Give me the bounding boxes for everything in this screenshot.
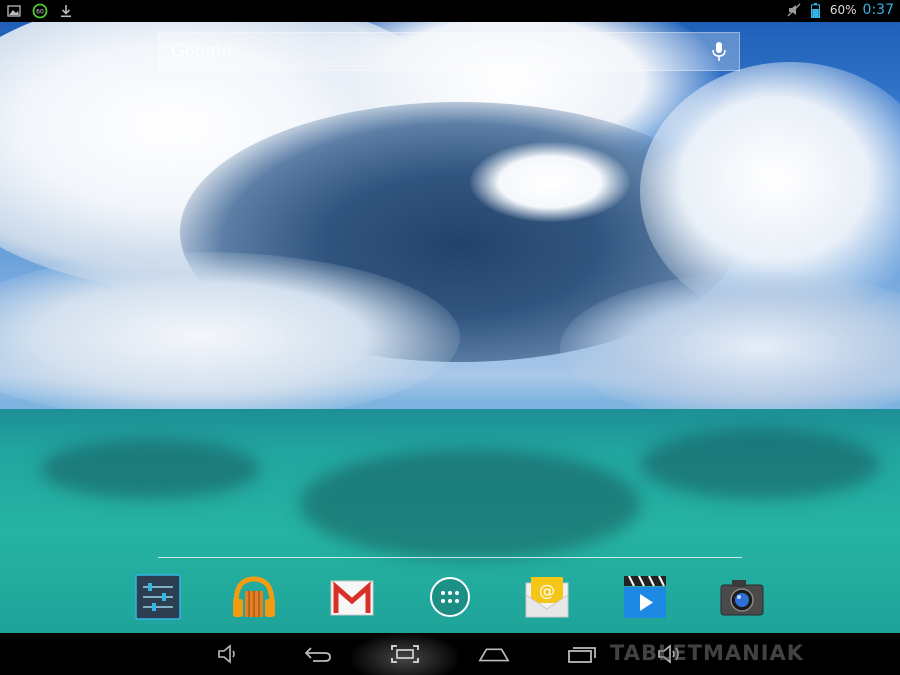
watermark: TABLETMANIAK (610, 641, 805, 665)
google-search-bar[interactable]: Google (158, 32, 740, 71)
mute-icon (786, 2, 802, 18)
all-apps-button[interactable] (426, 573, 474, 621)
volume-down-icon[interactable] (212, 639, 244, 669)
gauge-text: 60 (36, 9, 44, 16)
status-bar: 60 60% 0:37 (0, 0, 900, 22)
back-icon[interactable] (302, 639, 334, 669)
dock-divider (158, 557, 742, 558)
microphone-icon[interactable] (709, 41, 729, 63)
battery-percent: 60% (829, 3, 857, 17)
camera-app-icon[interactable] (718, 573, 766, 621)
svg-text:@: @ (539, 581, 555, 600)
google-logo: Google (171, 41, 232, 61)
android-home-screen: 60 60% 0:37 Google @ TABLETMANIAK (0, 0, 900, 675)
video-player-app-icon[interactable] (621, 573, 669, 621)
email-app-icon[interactable]: @ (523, 573, 571, 621)
wallpaper (0, 22, 900, 633)
gauge-icon[interactable]: 60 (32, 3, 48, 19)
screenshot-icon[interactable] (389, 639, 421, 669)
play-music-app-icon[interactable] (230, 573, 278, 621)
clock: 0:37 (862, 2, 894, 18)
gmail-app-icon[interactable] (328, 573, 376, 621)
settings-app-icon[interactable] (134, 573, 182, 621)
battery-icon (808, 2, 824, 18)
picture-icon[interactable] (6, 3, 22, 19)
download-icon[interactable] (58, 3, 74, 19)
home-icon[interactable] (478, 639, 510, 669)
recent-apps-icon[interactable] (566, 639, 598, 669)
